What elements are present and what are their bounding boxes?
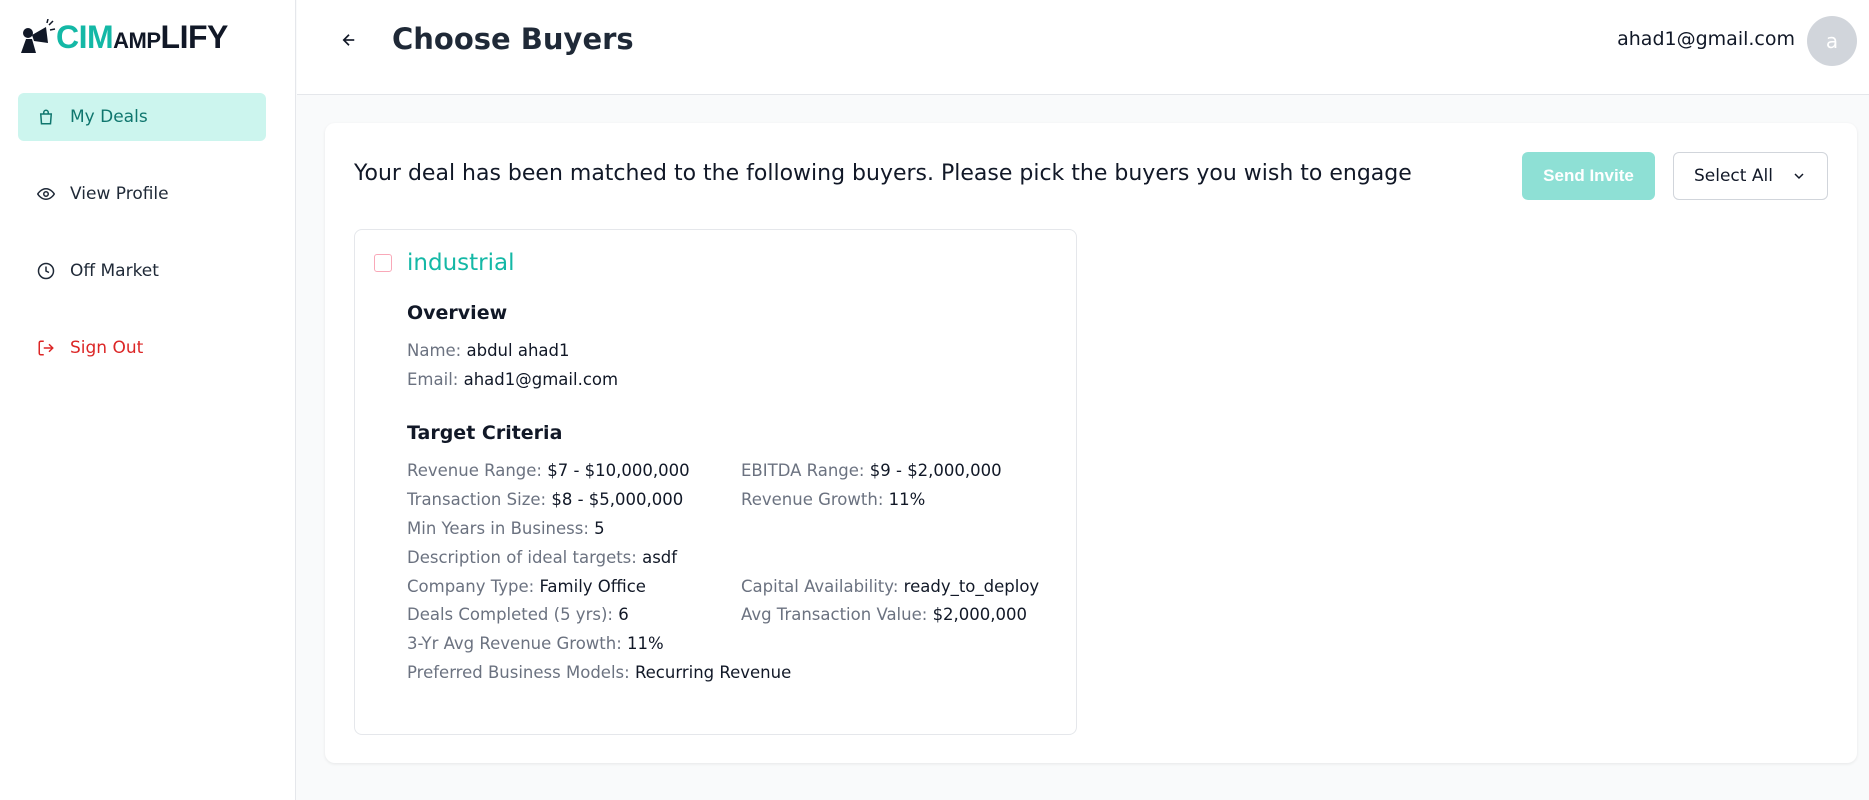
page-header: Choose Buyers ahad1@gmail.com a — [297, 0, 1869, 95]
transaction-size-field: Transaction Size: $8 - $5,000,000 — [407, 490, 684, 509]
logo-text-cim: CIM — [56, 18, 114, 55]
signout-icon — [36, 338, 56, 358]
buyer-email-field: Email: ahad1@gmail.com — [407, 370, 619, 389]
intro-text: Your deal has been matched to the follow… — [354, 161, 1412, 186]
revenue-growth-field: Revenue Growth: 11% — [741, 490, 926, 509]
bag-icon — [36, 107, 56, 127]
buyers-panel: Your deal has been matched to the follow… — [325, 123, 1857, 763]
logo-text-lify: LIFY — [160, 18, 229, 55]
arrow-left-icon — [342, 34, 355, 46]
buyer-checkbox[interactable] — [374, 254, 392, 272]
sidebar-item-label: Sign Out — [70, 338, 144, 358]
min-years-field: Min Years in Business: 5 — [407, 519, 605, 538]
avatar[interactable]: a — [1807, 16, 1857, 66]
eye-icon — [36, 184, 56, 204]
back-button[interactable] — [337, 28, 361, 52]
sidebar: CIMAMPLIFY My Deals View Profile Off Mar… — [0, 0, 296, 800]
sidebar-nav: My Deals View Profile Off Market Sign Ou… — [18, 93, 266, 401]
chevron-down-icon — [1794, 173, 1804, 180]
company-type-field: Company Type: Family Office — [407, 577, 646, 596]
sidebar-item-sign-out[interactable]: Sign Out — [18, 324, 266, 372]
capital-availability-field: Capital Availability: ready_to_deploy — [741, 577, 1040, 596]
buyer-card: industrial Overview Name: abdul ahad1 Em… — [354, 229, 1077, 735]
logo-text-amp: AMP — [113, 27, 161, 53]
buyer-title: industrial — [407, 250, 515, 276]
clock-icon — [36, 261, 56, 281]
select-all-label: Select All — [1694, 166, 1773, 186]
sidebar-item-label: View Profile — [70, 184, 169, 204]
target-criteria-heading: Target Criteria — [407, 422, 563, 444]
select-all-dropdown[interactable]: Select All — [1673, 152, 1828, 200]
buyer-name-field: Name: abdul ahad1 — [407, 341, 570, 360]
sidebar-item-view-profile[interactable]: View Profile — [18, 170, 266, 218]
description-field: Description of ideal targets: asdf — [407, 548, 678, 567]
avg-transaction-field: Avg Transaction Value: $2,000,000 — [741, 605, 1028, 624]
megaphone-logo-icon — [21, 19, 56, 53]
ebitda-range-field: EBITDA Range: $9 - $2,000,000 — [741, 461, 1002, 480]
user-email: ahad1@gmail.com — [1617, 28, 1795, 50]
business-models-field: Preferred Business Models: Recurring Rev… — [407, 663, 792, 682]
deals-completed-field: Deals Completed (5 yrs): 6 — [407, 605, 629, 624]
send-invite-button[interactable]: Send Invite — [1522, 152, 1655, 200]
cimamplify-logo[interactable]: CIMAMPLIFY — [18, 16, 228, 58]
sidebar-item-label: Off Market — [70, 261, 159, 281]
sidebar-item-off-market[interactable]: Off Market — [18, 247, 266, 295]
revenue-range-field: Revenue Range: $7 - $10,000,000 — [407, 461, 690, 480]
sidebar-item-label: My Deals — [70, 107, 148, 127]
sidebar-item-my-deals[interactable]: My Deals — [18, 93, 266, 141]
overview-heading: Overview — [407, 302, 508, 324]
avg-revenue-growth-field: 3-Yr Avg Revenue Growth: 11% — [407, 634, 664, 653]
page-title: Choose Buyers — [392, 22, 634, 56]
